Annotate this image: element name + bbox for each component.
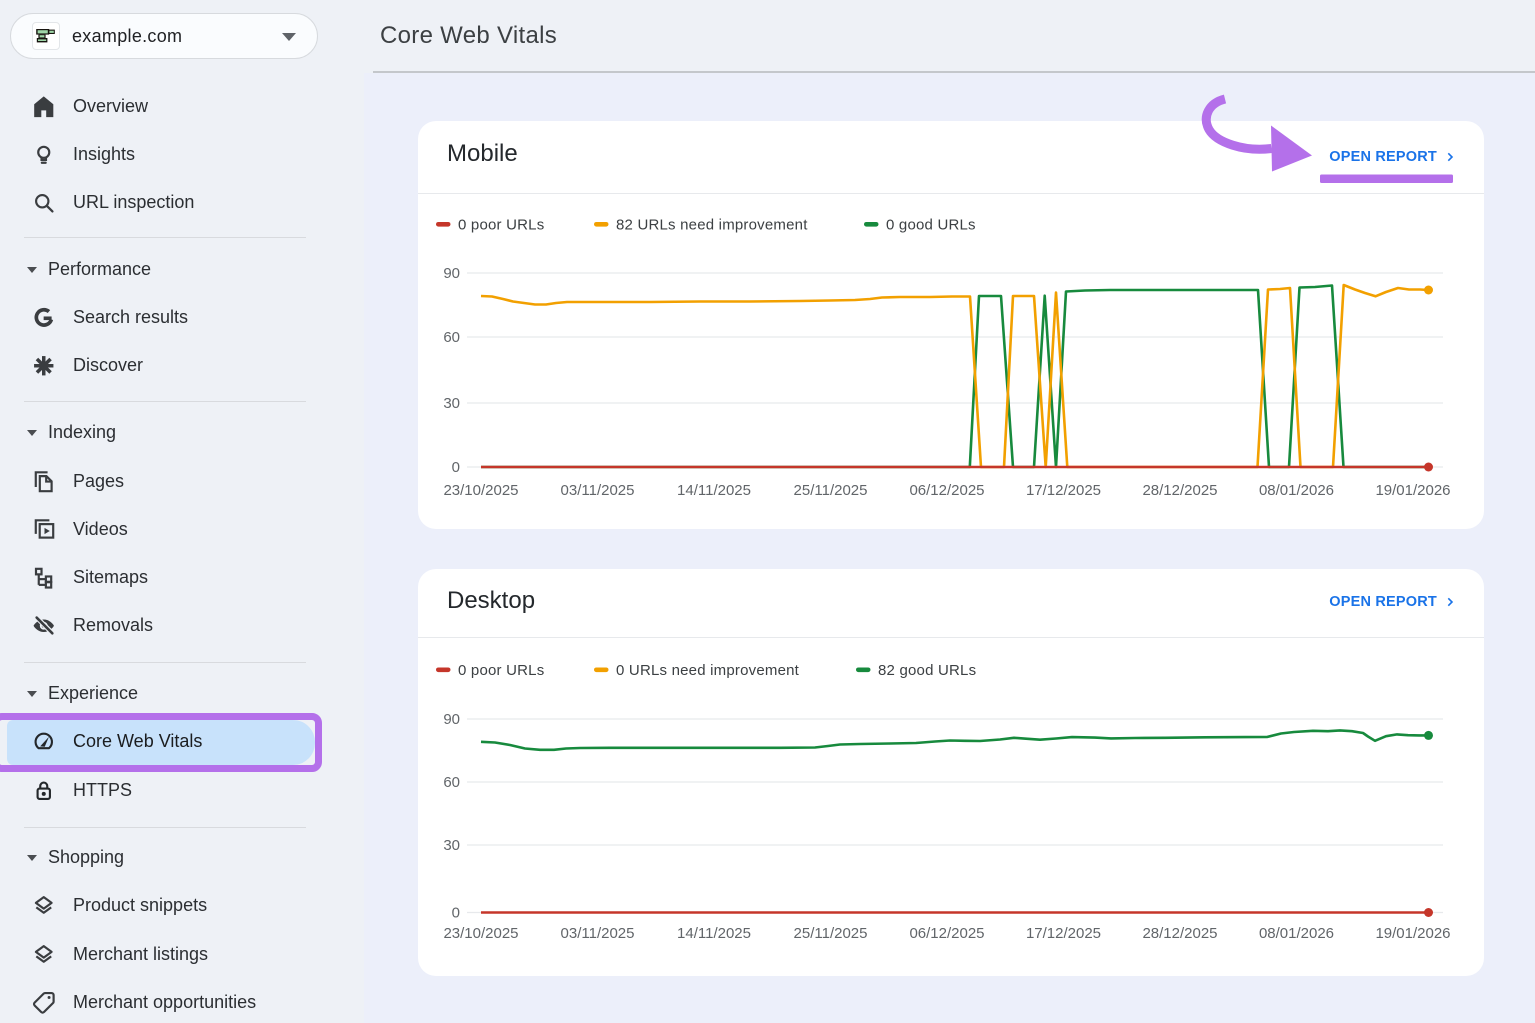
svg-text:60: 60 [443,774,460,791]
svg-text:23/10/2025: 23/10/2025 [443,482,518,499]
svg-text:60: 60 [443,329,460,346]
svg-text:14/11/2025: 14/11/2025 [677,482,751,499]
svg-text:82 good URLs: 82 good URLs [878,662,976,679]
svg-text:28/12/2025: 28/12/2025 [1142,482,1217,499]
svg-text:25/11/2025: 25/11/2025 [794,925,868,942]
svg-text:90: 90 [443,711,460,728]
svg-text:17/12/2025: 17/12/2025 [1026,925,1101,942]
svg-text:19/01/2026: 19/01/2026 [1375,482,1450,499]
svg-text:82 URLs need improvement: 82 URLs need improvement [616,217,808,234]
svg-text:25/11/2025: 25/11/2025 [794,482,868,499]
svg-text:17/12/2025: 17/12/2025 [1026,482,1101,499]
svg-text:08/01/2026: 08/01/2026 [1259,925,1334,942]
svg-text:0 poor URLs: 0 poor URLs [458,217,544,234]
svg-text:19/01/2026: 19/01/2026 [1375,925,1450,942]
svg-text:30: 30 [443,837,460,854]
svg-text:0: 0 [452,905,460,922]
svg-text:0: 0 [452,459,460,476]
svg-text:0 good URLs: 0 good URLs [886,217,976,234]
svg-text:90: 90 [443,265,460,282]
svg-text:06/12/2025: 06/12/2025 [909,925,984,942]
svg-text:0 poor URLs: 0 poor URLs [458,662,544,679]
svg-text:14/11/2025: 14/11/2025 [677,925,751,942]
svg-text:28/12/2025: 28/12/2025 [1142,925,1217,942]
svg-text:03/11/2025: 03/11/2025 [561,482,635,499]
svg-text:08/01/2026: 08/01/2026 [1259,482,1334,499]
svg-text:30: 30 [443,395,460,412]
svg-text:0 URLs need improvement: 0 URLs need improvement [616,662,800,679]
svg-text:06/12/2025: 06/12/2025 [909,482,984,499]
svg-text:23/10/2025: 23/10/2025 [443,925,518,942]
svg-text:03/11/2025: 03/11/2025 [561,925,635,942]
